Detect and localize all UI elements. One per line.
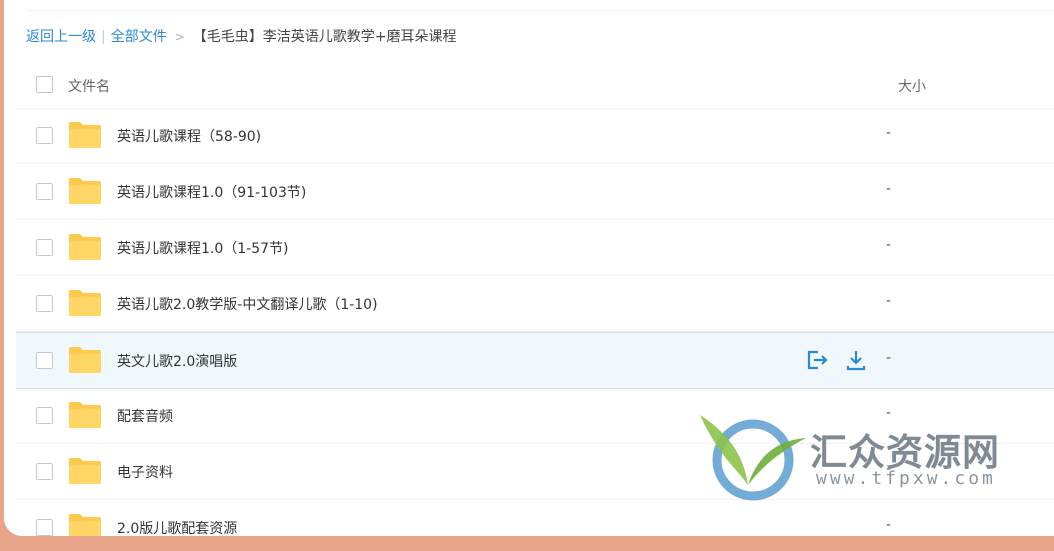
- file-name[interactable]: 英语儿歌2.0教学版-中文翻译儿歌（1-10): [117, 294, 378, 314]
- row-checkbox[interactable]: [36, 183, 53, 200]
- file-size: -: [886, 237, 892, 253]
- table-header: 文件名 大小: [16, 60, 1054, 109]
- row-checkbox[interactable]: [36, 127, 53, 144]
- file-row[interactable]: 英语儿歌2.0教学版-中文翻译儿歌（1-10) -: [16, 276, 1054, 332]
- file-name[interactable]: 2.0版儿歌配套资源: [117, 518, 237, 536]
- row-checkbox[interactable]: [36, 519, 53, 536]
- watermark: 汇众资源网 www.tfpxw.com: [698, 410, 1028, 510]
- row-checkbox[interactable]: [36, 239, 53, 256]
- file-name[interactable]: 英文儿歌2.0演唱版: [117, 351, 237, 371]
- row-checkbox[interactable]: [36, 352, 53, 369]
- back-link[interactable]: 返回上一级: [26, 29, 96, 45]
- folder-icon: [68, 289, 102, 317]
- file-name[interactable]: 配套音频: [117, 406, 173, 426]
- file-row[interactable]: 英语儿歌课程1.0（1-57节) -: [16, 220, 1054, 276]
- folder-icon: [68, 121, 102, 149]
- row-checkbox[interactable]: [36, 407, 53, 424]
- column-header-size[interactable]: 大小: [898, 76, 926, 96]
- file-row[interactable]: 英语儿歌课程（58-90) -: [16, 108, 1054, 164]
- file-name[interactable]: 电子资料: [117, 462, 173, 482]
- breadcrumb: 返回上一级 | 全部文件 > 【毛毛虫】李洁英语儿歌教学+磨耳朵课程: [26, 26, 457, 46]
- all-files-link[interactable]: 全部文件: [111, 29, 167, 45]
- file-size: -: [886, 125, 892, 141]
- folder-icon: [68, 177, 102, 205]
- select-all-checkbox[interactable]: [36, 76, 53, 93]
- top-divider: [26, 10, 1054, 11]
- file-row[interactable]: 英语儿歌课程1.0（91-103节) -: [16, 164, 1054, 220]
- breadcrumb-current: 【毛毛虫】李洁英语儿歌教学+磨耳朵课程: [192, 29, 457, 45]
- breadcrumb-arrow: >: [174, 30, 185, 44]
- file-name[interactable]: 英语儿歌课程（58-90): [117, 126, 261, 146]
- folder-icon: [68, 401, 102, 429]
- file-size: -: [886, 181, 892, 197]
- column-header-name[interactable]: 文件名: [68, 76, 110, 96]
- folder-icon: [68, 346, 102, 374]
- folder-icon: [68, 233, 102, 261]
- folder-icon: [68, 457, 102, 485]
- file-size: -: [886, 293, 892, 309]
- file-name[interactable]: 英语儿歌课程1.0（1-57节): [117, 238, 289, 258]
- file-size: -: [886, 517, 892, 533]
- share-icon[interactable]: [804, 348, 828, 372]
- folder-icon: [68, 513, 102, 536]
- row-checkbox[interactable]: [36, 295, 53, 312]
- breadcrumb-divider: |: [101, 29, 106, 45]
- file-size: -: [886, 350, 892, 366]
- row-checkbox[interactable]: [36, 463, 53, 480]
- watermark-url: www.tfpxw.com: [816, 468, 996, 489]
- file-name[interactable]: 英语儿歌课程1.0（91-103节): [117, 182, 306, 202]
- download-icon[interactable]: [844, 348, 868, 372]
- watermark-logo-icon: [700, 415, 806, 501]
- file-row[interactable]: 英文儿歌2.0演唱版 -: [16, 332, 1054, 389]
